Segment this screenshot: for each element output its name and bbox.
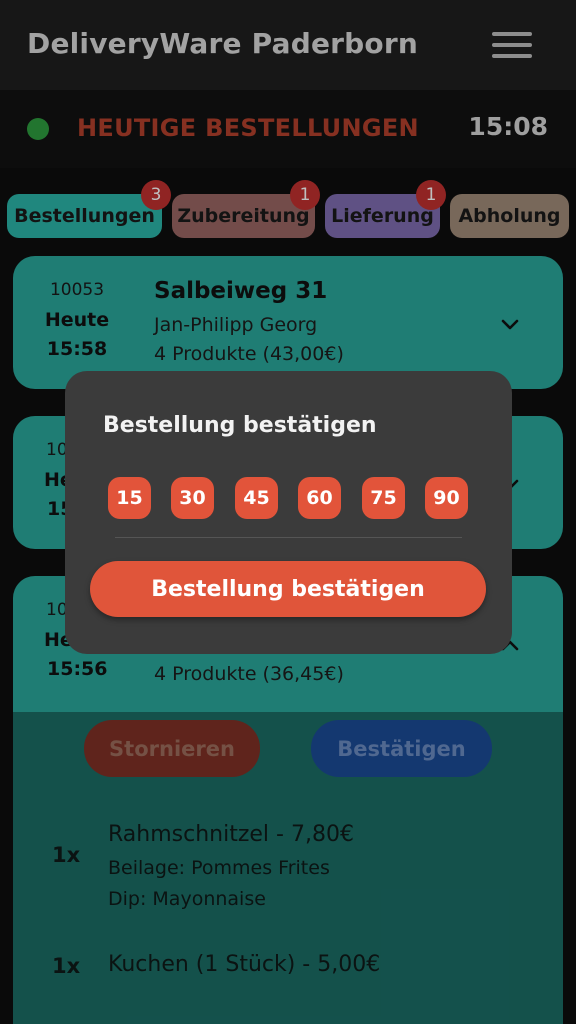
dialog-title: Bestellung bestätigen	[103, 413, 377, 438]
confirm-order-dialog: Bestellung bestätigen 15 30 45 60 75 90 …	[65, 371, 512, 654]
time-option-45[interactable]: 45	[235, 477, 278, 519]
time-option-30[interactable]: 30	[171, 477, 214, 519]
dialog-confirm-button[interactable]: Bestellung bestätigen	[90, 561, 486, 617]
time-option-60[interactable]: 60	[298, 477, 341, 519]
time-option-90[interactable]: 90	[425, 477, 468, 519]
time-option-15[interactable]: 15	[108, 477, 151, 519]
time-option-75[interactable]: 75	[362, 477, 405, 519]
dialog-divider	[115, 537, 462, 538]
